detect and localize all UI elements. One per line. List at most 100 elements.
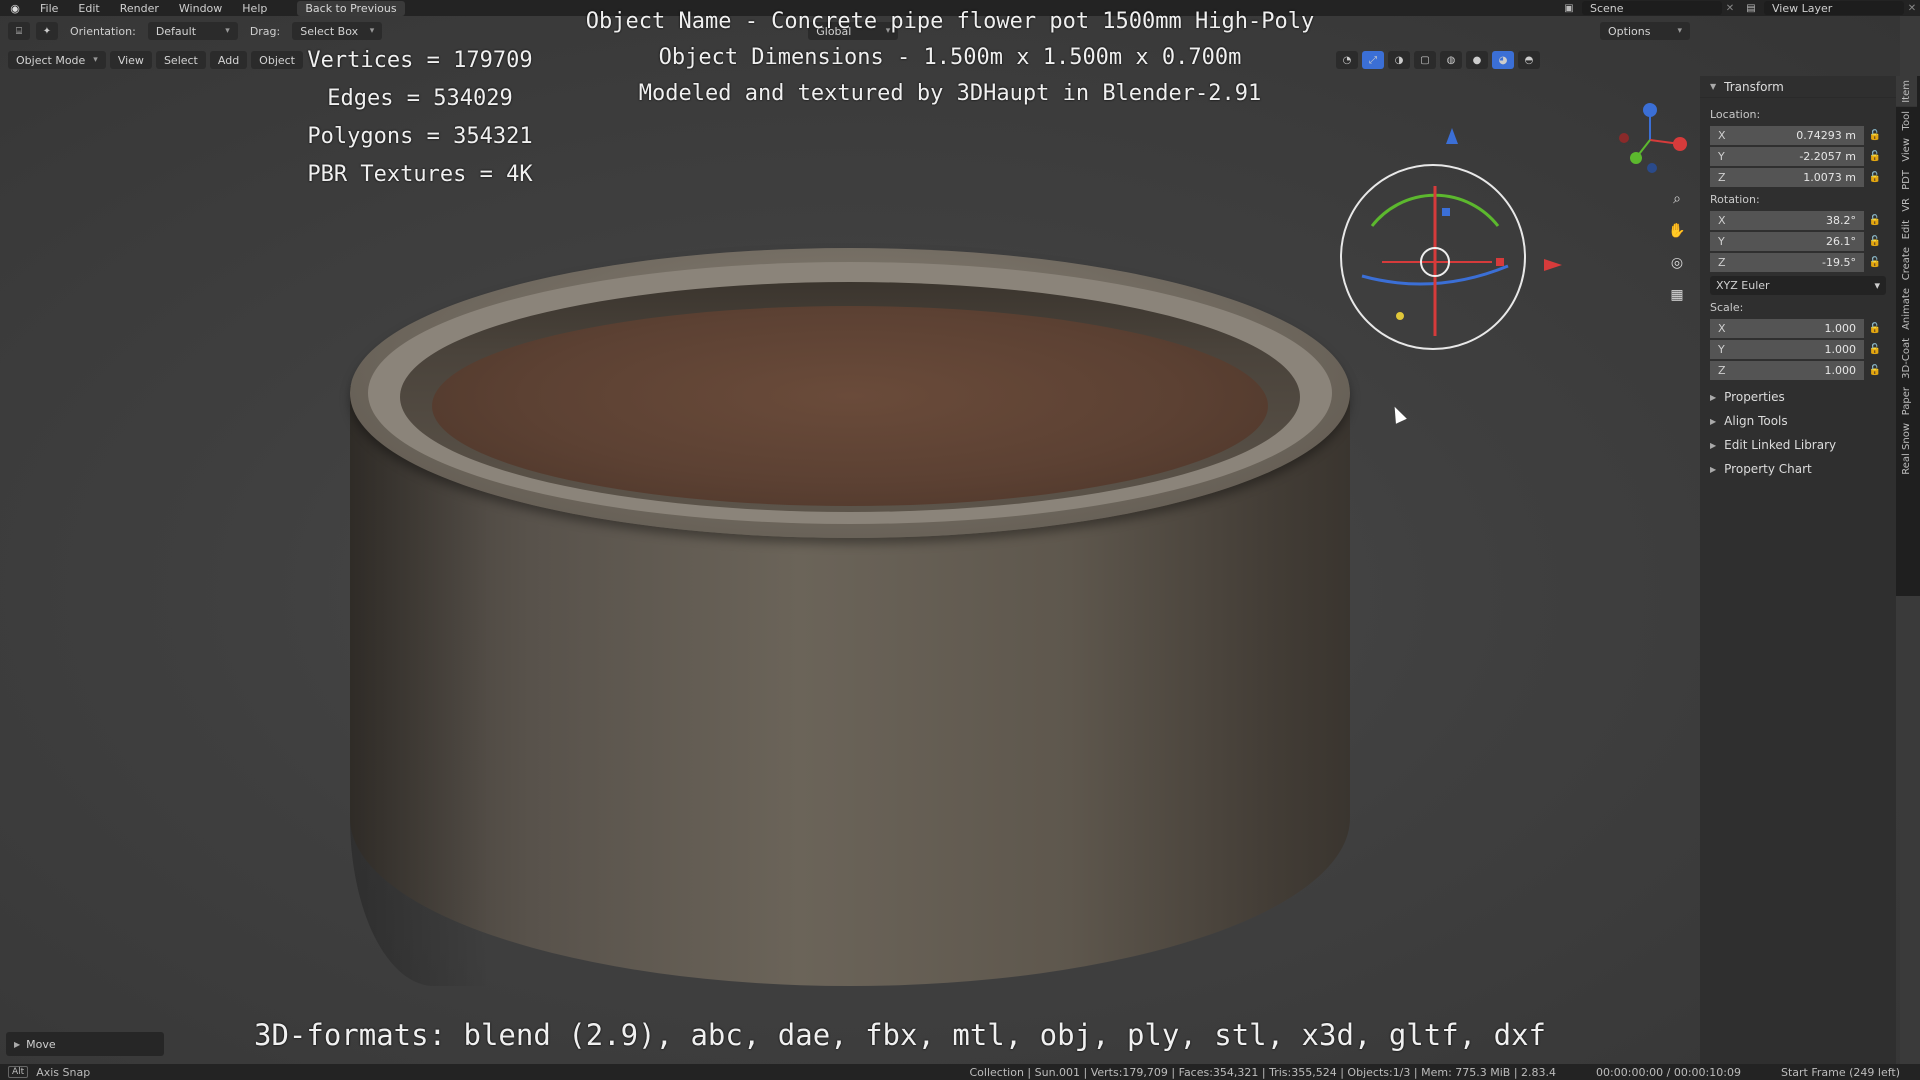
- edit-linked-library-panel[interactable]: ▶ Edit Linked Library: [1700, 433, 1896, 457]
- grid-perspective-icon[interactable]: ▦: [1664, 284, 1690, 306]
- menu-object[interactable]: Object: [251, 51, 303, 69]
- align-tools-panel[interactable]: ▶ Align Tools: [1700, 409, 1896, 433]
- transform-panel-header[interactable]: ▼ Transform: [1700, 76, 1896, 98]
- chevron-down-icon: ▾: [225, 26, 230, 36]
- blender-logo-icon[interactable]: ◉: [0, 0, 30, 16]
- gizmo-toggle-icon[interactable]: ⤢: [1362, 51, 1384, 69]
- xray-icon[interactable]: ▢: [1414, 51, 1436, 69]
- menu-file[interactable]: File: [30, 2, 68, 15]
- tab-tool[interactable]: Tool: [1896, 107, 1917, 134]
- lock-icon[interactable]: 🔓: [1864, 130, 1886, 141]
- mode-dropdown[interactable]: Object Mode ▾: [8, 51, 106, 69]
- mode-value: Object Mode: [16, 53, 86, 67]
- scale-x-value: 1.000: [1824, 321, 1857, 335]
- tab-pdt[interactable]: PDT: [1896, 166, 1917, 194]
- viewport-nav-tools: ⌕ ✋ ◎ ▦: [1664, 188, 1690, 306]
- tab-item[interactable]: Item: [1896, 76, 1917, 107]
- solid-shading-icon[interactable]: ●: [1466, 51, 1488, 69]
- scale-x-field[interactable]: X 1.000: [1710, 318, 1864, 338]
- lock-icon[interactable]: 🔓: [1864, 344, 1886, 355]
- last-operator-panel[interactable]: ▶ Move: [6, 1032, 164, 1056]
- lock-icon[interactable]: 🔓: [1864, 172, 1886, 183]
- sidebar-tabs: Item Tool View PDT VR Edit Create Animat…: [1896, 76, 1920, 596]
- tab-paper[interactable]: Paper: [1896, 383, 1917, 419]
- rendered-shading-icon[interactable]: ◓: [1518, 51, 1540, 69]
- last-operator-label: Move: [26, 1037, 56, 1051]
- vertices-stat: Vertices = 179709: [307, 48, 533, 73]
- editor-type-icon[interactable]: ⌸: [8, 22, 30, 40]
- axis-snap-hint: Axis Snap: [36, 1065, 91, 1079]
- pan-hand-icon[interactable]: ✋: [1664, 220, 1690, 242]
- view-layer-field[interactable]: View Layer: [1764, 1, 1904, 15]
- tab-real-snow[interactable]: Real Snow: [1896, 419, 1917, 479]
- tab-3d-coat[interactable]: 3D-Coat: [1896, 334, 1917, 383]
- property-chart-label: Property Chart: [1724, 462, 1812, 476]
- textures-stat: PBR Textures = 4K: [307, 162, 533, 187]
- location-y-field[interactable]: Y -2.2057 m: [1710, 146, 1864, 166]
- menu-render[interactable]: Render: [110, 2, 169, 15]
- orientation-dropdown[interactable]: Default ▾: [147, 22, 238, 40]
- scene-icon[interactable]: ▣: [1556, 3, 1582, 14]
- overlay-icon[interactable]: ◑: [1388, 51, 1410, 69]
- lock-icon[interactable]: 🔓: [1864, 215, 1886, 226]
- scale-label: Scale:: [1710, 301, 1744, 314]
- back-to-previous-button[interactable]: Back to Previous: [297, 0, 405, 16]
- chevron-down-icon: ▾: [93, 55, 98, 65]
- rotation-mode-value: XYZ Euler: [1716, 279, 1770, 292]
- menu-view[interactable]: View: [109, 51, 152, 69]
- location-x-field[interactable]: X 0.74293 m: [1710, 125, 1864, 145]
- options-dropdown[interactable]: Options ▾: [1600, 22, 1690, 40]
- tab-view[interactable]: View: [1896, 134, 1917, 166]
- wireframe-shading-icon[interactable]: ◍: [1440, 51, 1462, 69]
- rotation-mode-dropdown[interactable]: XYZ Euler ▾: [1710, 276, 1886, 295]
- tab-edit[interactable]: Edit: [1896, 216, 1917, 243]
- scene-field[interactable]: Scene: [1582, 1, 1722, 15]
- drag-dropdown[interactable]: Select Box ▾: [292, 22, 383, 40]
- rotation-y-value: 26.1°: [1826, 234, 1856, 248]
- start-frame-info: Start Frame (249 left): [1780, 1065, 1900, 1079]
- lock-icon[interactable]: 🔓: [1864, 323, 1886, 334]
- scene-close-icon[interactable]: ✕: [1722, 3, 1738, 14]
- axis-y-label: Y: [1718, 149, 1725, 163]
- move-arrow-z-icon[interactable]: [1446, 128, 1458, 144]
- rotate-gizmo-axes-icon: [1361, 186, 1509, 336]
- view-layer-close-icon[interactable]: ✕: [1904, 3, 1920, 14]
- scale-y-value: 1.000: [1824, 342, 1857, 356]
- axis-x-label: X: [1718, 321, 1726, 335]
- tab-create[interactable]: Create: [1896, 243, 1917, 284]
- camera-icon[interactable]: ◎: [1664, 252, 1690, 274]
- 3d-viewport[interactable]: ⌕ ✋ ◎ ▦: [0, 16, 1900, 1066]
- zoom-icon[interactable]: ⌕: [1664, 188, 1690, 210]
- lock-icon[interactable]: 🔓: [1864, 257, 1886, 268]
- navigation-gizmo[interactable]: [1608, 98, 1692, 182]
- view-layer-icon[interactable]: ▤: [1738, 3, 1764, 14]
- scale-z-field[interactable]: Z 1.000: [1710, 360, 1864, 380]
- status-info: Collection | Sun.001 | Verts:179,709 | F…: [970, 1066, 1920, 1079]
- rotation-z-field[interactable]: Z -19.5°: [1710, 252, 1864, 272]
- tab-animate[interactable]: Animate: [1896, 284, 1917, 334]
- rotation-x-field[interactable]: X 38.2°: [1710, 210, 1864, 230]
- tool-icon[interactable]: ✦: [36, 22, 58, 40]
- properties-panel[interactable]: ▶ Properties: [1700, 385, 1896, 409]
- rotate-gizmo[interactable]: [1340, 164, 1526, 350]
- material-shading-icon[interactable]: ◕: [1492, 51, 1514, 69]
- menu-window[interactable]: Window: [169, 2, 232, 15]
- mesh-stats-overlay: Vertices = 179709 Edges = 534029 Polygon…: [300, 42, 540, 194]
- status-bar: Alt Axis Snap Collection | Sun.001 | Ver…: [0, 1064, 1920, 1080]
- menu-edit[interactable]: Edit: [68, 2, 109, 15]
- lock-icon[interactable]: 🔓: [1864, 365, 1886, 376]
- align-tools-label: Align Tools: [1724, 414, 1788, 428]
- menu-select[interactable]: Select: [155, 51, 206, 69]
- move-arrow-x-icon[interactable]: [1544, 259, 1562, 271]
- properties-label: Properties: [1724, 390, 1785, 404]
- rotation-y-field[interactable]: Y 26.1°: [1710, 231, 1864, 251]
- tab-vr[interactable]: VR: [1896, 194, 1917, 216]
- axis-x-label: X: [1718, 213, 1726, 227]
- menu-help[interactable]: Help: [232, 2, 277, 15]
- location-z-field[interactable]: Z 1.0073 m: [1710, 167, 1864, 187]
- menu-add[interactable]: Add: [209, 51, 248, 69]
- lock-icon[interactable]: 🔓: [1864, 236, 1886, 247]
- scale-y-field[interactable]: Y 1.000: [1710, 339, 1864, 359]
- lock-icon[interactable]: 🔓: [1864, 151, 1886, 162]
- property-chart-panel[interactable]: ▶ Property Chart: [1700, 457, 1896, 481]
